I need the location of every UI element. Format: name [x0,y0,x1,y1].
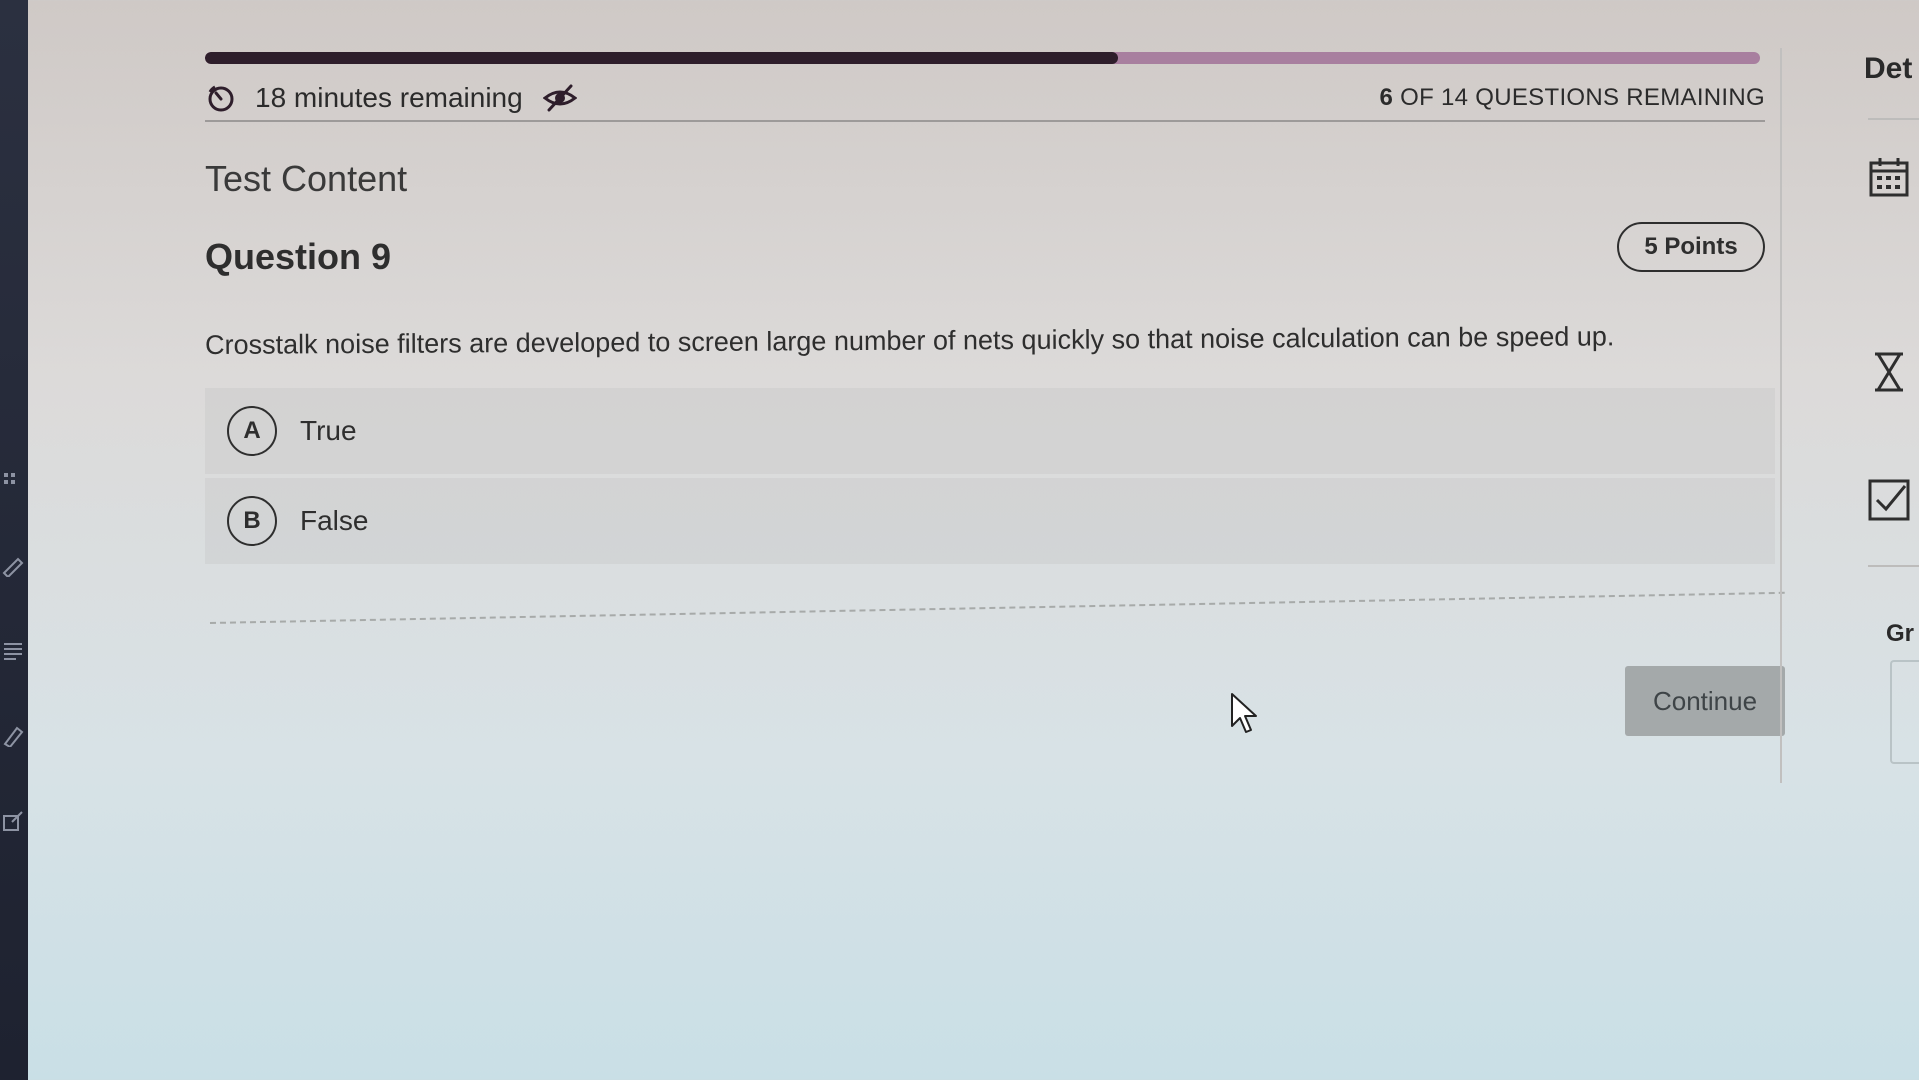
checkbox-icon[interactable] [1867,478,1911,522]
details-panel: Det Gr [1782,0,1919,1080]
section-title: Test Content [205,158,408,199]
grade-heading: Gr [1886,620,1915,647]
answer-list: A True B False [205,388,1775,568]
left-sidebar [0,0,28,1080]
answer-label: True [300,415,357,446]
mouse-cursor-icon [1231,693,1257,733]
edit-icon[interactable] [2,555,24,577]
hourglass-icon[interactable] [1867,350,1911,394]
answer-letter: B [227,496,277,546]
answer-option-b[interactable]: B False [205,478,1775,564]
timer-icon [208,85,234,112]
details-heading: Det [1864,52,1913,85]
answer-letter: A [227,406,277,456]
points-badge: 5 Points [1617,222,1765,272]
question-title: Question 9 [205,236,392,277]
questions-remaining: 6 OF 14 QUESTIONS REMAINING [1379,80,1765,116]
progress-bar [205,52,1760,64]
question-text: Crosstalk noise filters are developed to… [205,321,1615,360]
answer-label: False [300,505,369,536]
compose-icon[interactable] [2,810,24,832]
continue-button[interactable]: Continue [1625,666,1785,736]
calendar-icon[interactable] [1867,155,1911,199]
time-remaining-text: 18 minutes remaining [255,82,523,113]
grid-icon[interactable] [2,470,24,492]
hide-timer-icon[interactable] [543,84,577,112]
questions-remaining-text: OF 14 QUESTIONS REMAINING [1393,84,1765,111]
grade-box [1890,660,1919,764]
test-main-area: 18 minutes remaining 6 OF 14 QUESTIONS R… [205,0,1785,1080]
divider [1868,565,1919,567]
divider [1868,118,1919,120]
progress-bar-fill [205,52,1118,64]
status-row: 18 minutes remaining 6 OF 14 QUESTIONS R… [205,80,1765,122]
pencil-icon[interactable] [2,725,24,747]
questions-remaining-count: 6 [1379,84,1394,111]
notes-icon[interactable] [2,640,24,662]
answer-option-a[interactable]: A True [205,388,1775,474]
divider [209,591,1785,624]
